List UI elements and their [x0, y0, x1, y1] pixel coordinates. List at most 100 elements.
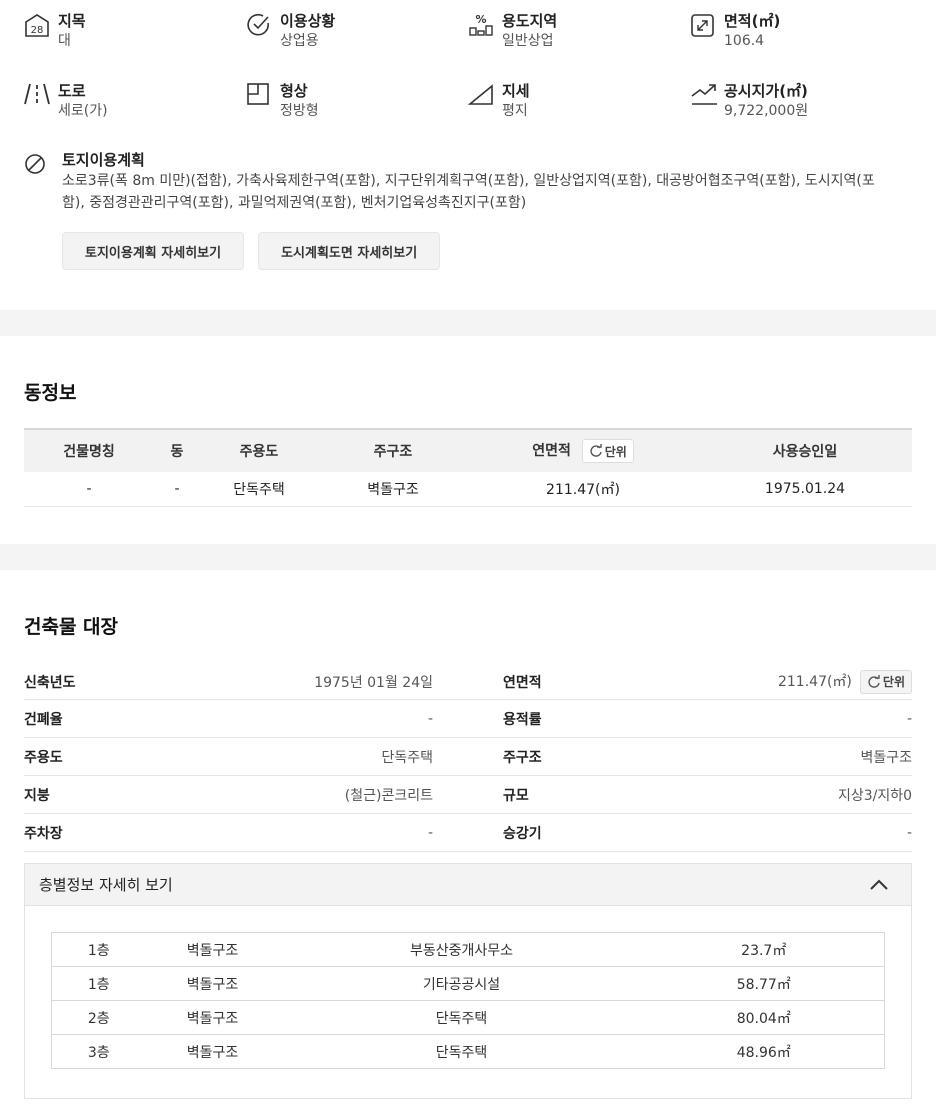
official-land-price-label: 공시지가(㎡) [724, 82, 808, 100]
ledger-value: 1975년 01월 24일 [314, 674, 433, 691]
expand-area-icon [690, 12, 724, 40]
floor-cell: 벽돌구조 [145, 1034, 280, 1069]
ledger-key: 승강기 [503, 825, 542, 842]
land-area-value: 106.4 [724, 33, 765, 49]
section-divider [0, 310, 936, 336]
floor-cell: 단독주택 [279, 1034, 644, 1069]
ledger-key: 주차장 [24, 825, 63, 842]
terrain-label: 지세 [502, 82, 530, 100]
ledger-key: 건폐율 [24, 711, 63, 728]
table-row: 1층 벽돌구조 기타공공시설 58.77㎡ [51, 966, 885, 1001]
land-area: 면적(㎡) 106.4 [690, 12, 780, 51]
land-category-label: 지목 [58, 12, 86, 30]
floor-cell: 기타공공시설 [279, 966, 644, 1001]
table-row: 2층 벽돌구조 단독주택 80.04㎡ [51, 1000, 885, 1035]
usage-status-value: 상업용 [280, 33, 319, 49]
ledger-row: 신축년도 1975년 01월 24일 연면적 211.47(㎡) 단위 [24, 664, 912, 700]
ledger-key: 주구조 [503, 749, 542, 766]
table-header-row: 건물명칭 동 주용도 주구조 연면적 단위 사용승인일 [24, 428, 912, 472]
table-row: 3층 벽돌구조 단독주택 48.96㎡ [51, 1034, 885, 1069]
ledger-row: 주용도 단독주택 주구조 벽돌구조 [24, 738, 912, 776]
terrain-value: 평지 [502, 103, 528, 119]
floor-cell: 23.7㎡ [643, 932, 885, 967]
percent-zone-icon: % [468, 12, 502, 40]
land-category-icon: 28 [24, 12, 58, 40]
floor-cell: 2층 [51, 1000, 146, 1035]
building-info-table: 건물명칭 동 주용도 주구조 연면적 단위 사용승인일 - - 단독주택 벽돌구… [24, 428, 912, 507]
ledger-key: 지붕 [24, 787, 50, 804]
trend-up-icon [690, 82, 724, 110]
svg-text:%: % [475, 13, 486, 26]
building-ledger: 신축년도 1975년 01월 24일 연면적 211.47(㎡) 단위 건폐율 - 용… [24, 664, 912, 852]
building-info-title: 동정보 [24, 382, 77, 404]
floor-cell: 단독주택 [279, 1000, 644, 1035]
header-total-floor-area: 연면적 단위 [468, 428, 698, 472]
building-ledger-title: 건축물 대장 [24, 616, 119, 638]
header-total-floor-area-label: 연면적 [532, 443, 571, 459]
cell-approval-date: 1975.01.24 [698, 472, 912, 507]
floor-info-toggle[interactable]: 층별정보 자세히 보기 [25, 864, 911, 906]
land-area-label: 면적(㎡) [724, 12, 781, 30]
cell-main-structure: 벽돌구조 [318, 472, 468, 507]
ledger-value: - [906, 824, 912, 841]
floor-cell: 벽돌구조 [145, 1000, 280, 1035]
ledger-row: 지붕 (철근)콘크리트 규모 지상3/지하0 [24, 776, 912, 814]
section-divider [0, 544, 936, 570]
header-main-use: 주용도 [200, 428, 318, 472]
land-use-plan: 토지이용계획 소로3류(폭 8m 미만)(접함), 가축사육제한구역(포함), … [24, 150, 924, 214]
land-buttons: 토지이용계획 자세히보기 도시계획도면 자세히보기 [62, 232, 441, 270]
ledger-unit-toggle-button[interactable]: 단위 [859, 669, 912, 694]
svg-text:28: 28 [31, 25, 44, 36]
ledger-unit-toggle-label: 단위 [882, 675, 905, 689]
land-category: 28 지목 대 [24, 12, 86, 51]
floor-cell: 58.77㎡ [643, 966, 885, 1001]
ledger-value: - [427, 710, 433, 727]
zoning-area-value: 일반상업 [502, 33, 554, 49]
ledger-value: 벽돌구조 [860, 749, 912, 766]
land-use-plan-value: 소로3류(폭 8m 미만)(접함), 가축사육제한구역(포함), 지구단위계획구… [62, 173, 875, 211]
header-dong: 동 [154, 428, 200, 472]
land-use-plan-label: 토지이용계획 [62, 151, 145, 169]
ledger-key: 용적률 [503, 711, 542, 728]
road-value: 세로(가) [58, 103, 108, 119]
land-use-plan-detail-button[interactable]: 토지이용계획 자세히보기 [62, 232, 245, 270]
terrain-slope-icon [468, 82, 502, 110]
ledger-value: - [427, 824, 433, 841]
ledger-key: 주용도 [24, 749, 63, 766]
cell-total-floor-area: 211.47(㎡) [468, 472, 698, 507]
table-row: 1층 벽돌구조 부동산중개사무소 23.7㎡ [51, 932, 885, 967]
ledger-key: 신축년도 [24, 674, 76, 691]
official-land-price-value: 9,722,000원 [724, 103, 809, 119]
refresh-icon [590, 444, 602, 457]
usage-status: 이용상황 상업용 [246, 12, 335, 51]
header-building-name: 건물명칭 [24, 428, 154, 472]
road: 도로 세로(가) [24, 82, 108, 121]
land-info-section: 28 지목 대 이용상황 상업용 % 용도지역 일반상업 면적(㎡) 106.4 [0, 0, 936, 312]
terrain: 지세 평지 [468, 82, 530, 121]
ledger-value: 단독주택 [381, 749, 433, 766]
chevron-up-icon [870, 879, 888, 890]
shape-square-icon [246, 82, 280, 110]
cell-dong: - [154, 472, 200, 507]
header-approval-date: 사용승인일 [698, 428, 912, 472]
ledger-value: 지상3/지하0 [837, 787, 912, 804]
floor-cell: 1층 [51, 932, 146, 967]
cell-building-name: - [24, 472, 154, 507]
ledger-value: (철근)콘크리트 [344, 787, 433, 804]
floor-cell: 부동산중개사무소 [279, 932, 644, 967]
header-main-structure: 주구조 [318, 428, 468, 472]
road-label: 도로 [58, 82, 86, 100]
unit-toggle-button[interactable]: 단위 [581, 439, 634, 463]
unit-toggle-label: 단위 [604, 444, 627, 459]
city-plan-map-detail-button[interactable]: 도시계획도면 자세히보기 [258, 232, 441, 270]
land-category-value: 대 [58, 33, 71, 49]
floor-cell: 벽돌구조 [145, 966, 280, 1001]
ledger-row: 주차장 - 승강기 - [24, 814, 912, 852]
floor-info-title: 층별정보 자세히 보기 [39, 876, 173, 894]
ledger-row: 건폐율 - 용적률 - [24, 700, 912, 738]
ledger-value: - [906, 710, 912, 727]
zoning-area: % 용도지역 일반상업 [468, 12, 557, 51]
shape-value: 정방형 [280, 103, 319, 119]
ledger-key: 규모 [503, 787, 529, 804]
shape: 형상 정방형 [246, 82, 319, 121]
